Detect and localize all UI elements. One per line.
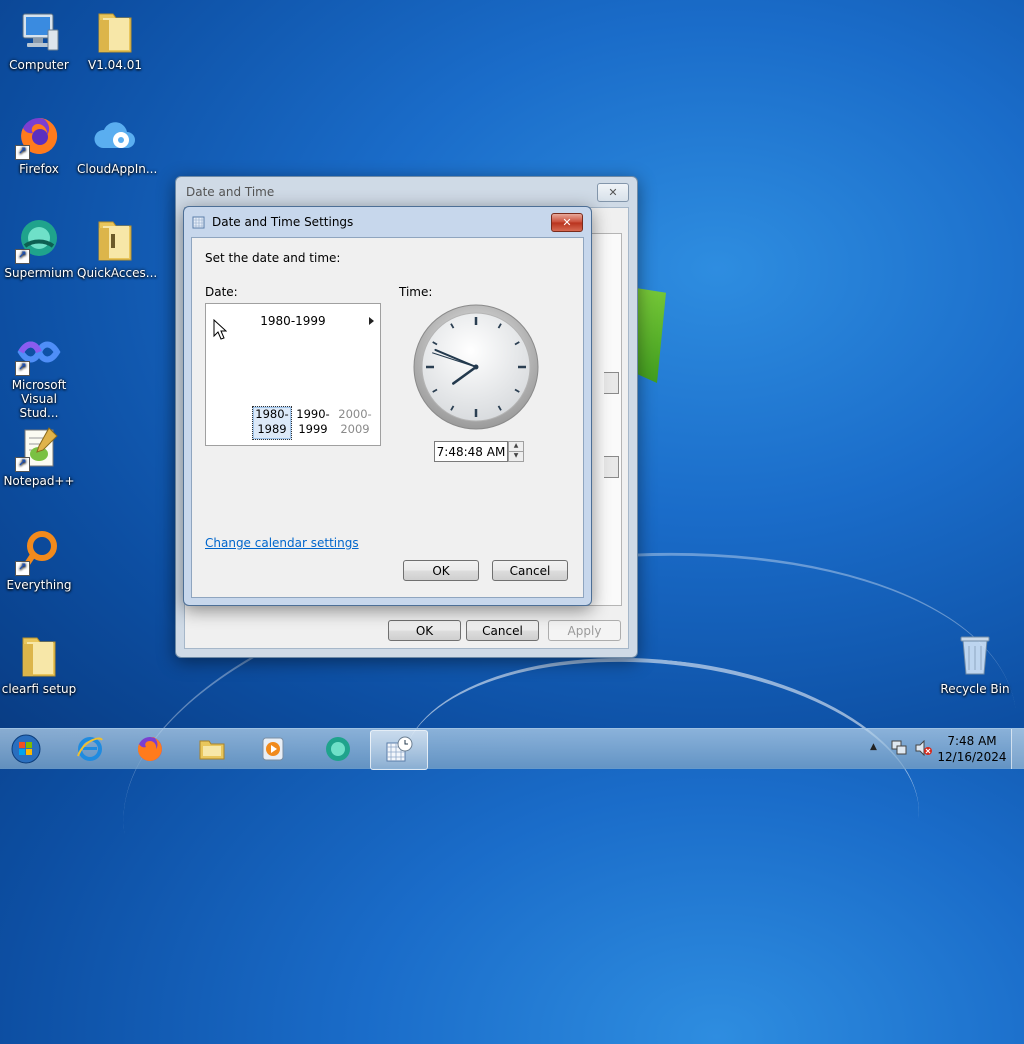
desktop-icon-folder-v1[interactable]: V1.04.01 (77, 8, 153, 72)
taskbar: ▲ 7:48 AM 12/16/2024 (0, 728, 1024, 770)
decade-cell-2000s[interactable]: 2000- 2009 (336, 407, 374, 439)
decade-cell-1980s[interactable]: 1980- 1989 (252, 406, 292, 440)
decade-start: 1990- (296, 407, 330, 421)
apply-button[interactable]: Apply (548, 620, 621, 641)
instruction-text: Set the date and time: (205, 251, 341, 265)
taskbar-internet-explorer[interactable] (62, 730, 118, 768)
calendar-header[interactable]: 1980-1999 (206, 314, 380, 328)
folder-icon (91, 8, 139, 56)
desktop-icon-quickaccess[interactable]: QuickAcces... (77, 216, 157, 280)
desktop-icon-everything[interactable]: ↗ Everything (1, 528, 77, 592)
time-input[interactable] (434, 441, 508, 462)
start-button[interactable] (0, 730, 52, 768)
decade-cell-1990s[interactable]: 1990- 1999 (294, 407, 332, 439)
desktop-icon-label: CloudAppIn... (77, 162, 158, 176)
desktop-icon-label: Everything (6, 578, 72, 592)
folder-icon (91, 216, 139, 264)
taskbar-time: 7:48 AM (947, 734, 997, 748)
everything-search-icon: ↗ (15, 528, 63, 576)
window-titlebar[interactable]: Date and Time (176, 177, 637, 207)
supermium-icon (326, 737, 350, 761)
desktop-icon-clearfi-setup[interactable]: clearfi setup (1, 632, 77, 696)
firefox-icon: ↗ (15, 112, 63, 160)
change-button-edge[interactable] (604, 456, 619, 478)
internet-explorer-icon (77, 737, 103, 761)
window-title: Date and Time (186, 185, 275, 199)
cancel-button[interactable]: Cancel (466, 620, 539, 641)
start-orb-icon (11, 734, 41, 764)
analog-clock (413, 304, 539, 430)
shortcut-arrow-icon: ↗ (15, 457, 30, 472)
time-label: Time: (399, 285, 433, 299)
shortcut-arrow-icon: ↗ (15, 249, 30, 264)
dialog-title: Date and Time Settings (212, 215, 354, 229)
decade-end: 2009 (340, 422, 370, 436)
desktop-icon-label: V1.04.01 (87, 58, 142, 72)
cloud-gear-icon (91, 112, 139, 160)
calendar-control[interactable]: 1980-1999 1980- 1989 1990- 1999 2000- 20… (205, 303, 381, 446)
shortcut-arrow-icon: ↗ (15, 561, 30, 576)
taskbar-file-explorer[interactable] (184, 730, 240, 768)
desktop-icon-visual-studio[interactable]: ↗ Microsoft Visual Stud... (1, 328, 77, 420)
taskbar-date: 12/16/2024 (937, 750, 1007, 764)
cancel-button[interactable]: Cancel (492, 560, 568, 581)
wallpaper-logo-fragment (636, 288, 666, 383)
desktop-icon-computer[interactable]: Computer (1, 8, 77, 72)
media-player-icon (262, 737, 284, 761)
desktop-icon-supermium[interactable]: ↗ Supermium (1, 216, 77, 280)
taskbar-media-player[interactable] (245, 730, 301, 768)
next-arrow-icon[interactable] (369, 317, 374, 325)
wallpaper-swoosh (387, 633, 933, 951)
date-label: Date: (205, 285, 238, 299)
firefox-icon (137, 737, 162, 761)
desktop-icon-label: Computer (9, 58, 69, 72)
desktop-icon-notepadpp[interactable]: ↗ Notepad++ (1, 424, 77, 488)
shortcut-arrow-icon: ↗ (15, 361, 30, 376)
ok-button[interactable]: OK (403, 560, 479, 581)
dialog-titlebar[interactable]: Date and Time Settings (184, 207, 591, 237)
desktop-icon-label: Firefox (19, 162, 59, 176)
mouse-cursor-icon (213, 318, 228, 343)
decade-end: 1999 (298, 422, 328, 436)
desktop-icon-label: clearfi setup (1, 682, 77, 696)
close-icon: ✕ (608, 186, 618, 199)
close-button[interactable]: ✕ (551, 213, 583, 232)
close-button[interactable]: ✕ (597, 183, 629, 202)
desktop-icon-label: Notepad++ (3, 474, 75, 488)
desktop-icon-label: QuickAcces... (77, 266, 158, 280)
desktop-icon-firefox[interactable]: ↗ Firefox (1, 112, 77, 176)
decade-start: 1980- (255, 407, 289, 421)
close-icon: ✕ (562, 216, 572, 229)
recycle-bin-icon (951, 632, 999, 680)
network-icon[interactable] (890, 740, 908, 759)
file-explorer-icon (199, 740, 225, 760)
desktop-icon-recycle-bin[interactable]: Recycle Bin (937, 632, 1013, 696)
taskbar-supermium[interactable] (310, 730, 366, 768)
ok-button[interactable]: OK (388, 620, 461, 641)
desktop-icon-label: Recycle Bin (940, 682, 1010, 696)
decade-end: 1989 (257, 422, 287, 436)
shortcut-arrow-icon: ↗ (15, 145, 30, 160)
date-time-settings-icon (386, 736, 413, 762)
taskbar-date-time-settings[interactable] (370, 730, 428, 770)
change-button-edge[interactable] (604, 372, 619, 394)
taskbar-firefox[interactable] (122, 730, 178, 768)
volume-muted-icon[interactable] (914, 739, 932, 759)
supermium-icon: ↗ (15, 216, 63, 264)
decade-start: 2000- (338, 407, 372, 421)
show-desktop-button[interactable] (1011, 729, 1024, 769)
desktop-icon-cloudapp[interactable]: CloudAppIn... (77, 112, 157, 176)
computer-icon (15, 8, 63, 56)
taskbar-clock[interactable]: 7:48 AM 12/16/2024 (937, 733, 1007, 765)
desktop-icon-label: Supermium (4, 266, 74, 280)
show-hidden-icons-button[interactable]: ▲ (870, 742, 877, 752)
spin-down-button[interactable]: ▼ (508, 451, 524, 462)
notepad-plus-plus-icon: ↗ (15, 424, 63, 472)
change-calendar-settings-link[interactable]: Change calendar settings (205, 536, 359, 550)
visual-studio-icon: ↗ (15, 328, 63, 376)
desktop-icon-label: Microsoft Visual Stud... (11, 378, 67, 420)
calendar-clock-icon (192, 215, 206, 229)
folder-icon (15, 632, 63, 680)
